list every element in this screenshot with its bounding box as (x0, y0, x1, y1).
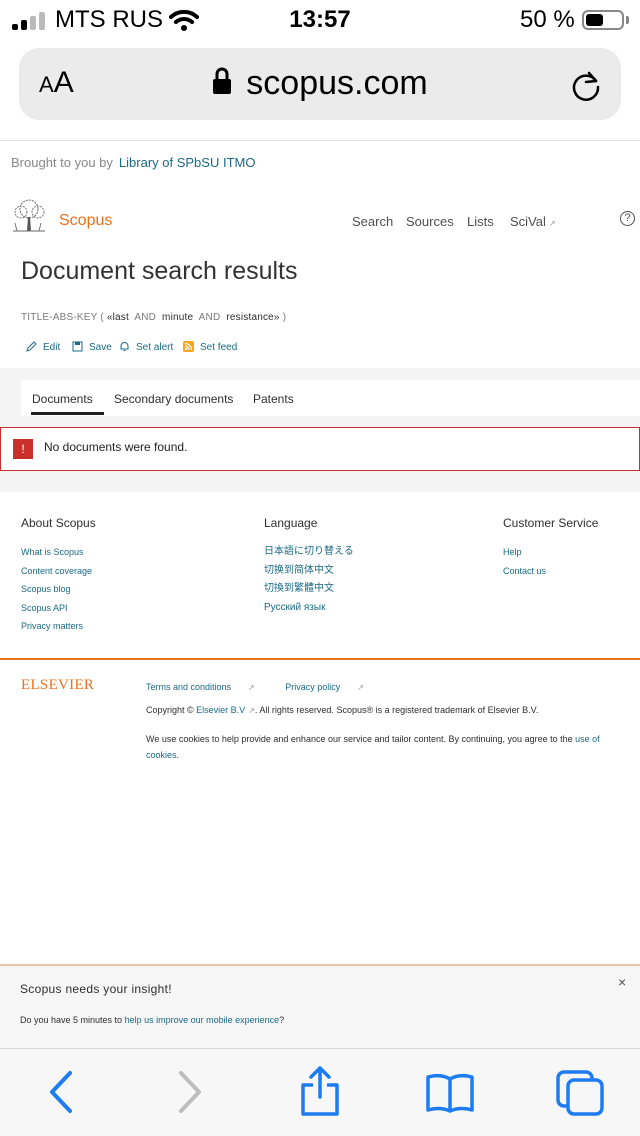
result-tabs: Documents Secondary documents Patents (21, 380, 640, 416)
active-tab-indicator (31, 412, 104, 415)
footer-heading: Customer Service (503, 516, 599, 530)
tab-secondary-documents[interactable]: Secondary documents (114, 392, 233, 406)
bookmarks-icon[interactable] (425, 1073, 475, 1113)
language-russian[interactable]: Русский язык (264, 599, 354, 618)
save-button[interactable]: Save (72, 341, 112, 353)
divider (0, 140, 640, 141)
scopus-brand[interactable]: Scopus (59, 212, 112, 230)
forward-icon[interactable] (175, 1069, 205, 1115)
feedback-link[interactable]: help us improve our mobile experience (125, 1015, 280, 1025)
footer-language: Language 日本語に切り替える 切换到简体中文 切換到繁體中文 Русск… (264, 516, 354, 617)
help-icon[interactable]: ? (620, 211, 635, 226)
external-link-icon: ↗ (248, 706, 255, 715)
brought-to-you-by: Brought to you by Library of SPbSU ITMO (11, 155, 256, 170)
external-link-icon: ↗ (357, 683, 364, 692)
bell-icon (120, 342, 129, 351)
pencil-icon (26, 341, 37, 352)
terms-link[interactable]: Terms and conditions ↗ (146, 682, 269, 692)
banner-text: Do you have 5 minutes to help us improve… (20, 1015, 285, 1025)
save-icon (72, 341, 83, 352)
footer-link[interactable]: Privacy matters (21, 617, 96, 636)
nav-search[interactable]: Search (352, 214, 393, 229)
nav-sources[interactable]: Sources (406, 214, 454, 229)
tab-patents[interactable]: Patents (253, 392, 294, 406)
status-bar: MTS RUS 13:57 50 % (0, 0, 640, 40)
reload-icon[interactable] (569, 68, 603, 102)
share-icon[interactable] (299, 1065, 341, 1117)
institution-link[interactable]: Library of SPbSU ITMO (119, 155, 256, 170)
language-japanese[interactable]: 日本語に切り替える (264, 543, 354, 562)
battery-icon (582, 10, 624, 30)
set-alert-button[interactable]: Set alert (119, 341, 173, 353)
elsevier-logo[interactable]: ELSEVIER (21, 677, 94, 694)
url-text: scopus.com (246, 64, 428, 102)
address-bar[interactable]: AA scopus.com (19, 48, 621, 120)
footer-about: About Scopus What is Scopus Content cove… (21, 516, 96, 636)
battery-tip (626, 16, 629, 24)
footer-heading: About Scopus (21, 516, 96, 530)
cookie-notice: We use cookies to help provide and enhan… (146, 734, 600, 760)
no-results-alert: ! No documents were found. (0, 427, 640, 471)
page-title: Document search results (21, 257, 298, 285)
search-query: TITLE-ABS-KEY ( «last AND minute AND res… (21, 312, 287, 323)
footer-service: Customer Service Help Contact us (503, 516, 598, 580)
footer-link[interactable]: What is Scopus (21, 543, 96, 562)
feedback-banner: Scopus needs your insight! × Do you have… (0, 964, 640, 1048)
rss-icon (183, 341, 194, 352)
legal-links: Terms and conditions ↗ Privacy policy ↗ (146, 682, 392, 692)
footer-link[interactable]: Scopus blog (21, 580, 96, 599)
battery-level (586, 14, 603, 26)
browser-toolbar (0, 1048, 640, 1136)
alert-icon: ! (13, 439, 33, 459)
nav-scival[interactable]: SciVal ↗ (510, 214, 556, 229)
footer-link[interactable]: Content coverage (21, 562, 96, 581)
set-feed-button[interactable]: Set feed (183, 341, 237, 353)
footer-heading: Language (264, 516, 318, 530)
close-icon[interactable]: × (618, 974, 626, 990)
nav-lists[interactable]: Lists (467, 214, 494, 229)
language-simplified-chinese[interactable]: 切换到简体中文 (264, 562, 354, 581)
tab-documents[interactable]: Documents (32, 392, 93, 406)
alert-message: No documents were found. (44, 440, 188, 454)
help-link[interactable]: Help (503, 543, 598, 562)
footer-link[interactable]: Scopus API (21, 599, 96, 618)
battery-percent: 50 % (520, 6, 575, 33)
footer-divider (0, 658, 640, 660)
footer: About Scopus What is Scopus Content cove… (0, 492, 640, 658)
copyright: Copyright © Elsevier B.V ↗. All rights re… (146, 705, 539, 715)
tabs-icon[interactable] (555, 1069, 605, 1117)
elsevier-tree-logo[interactable] (11, 199, 47, 232)
elsevier-link[interactable]: Elsevier B.V (196, 705, 245, 715)
lock-icon (213, 67, 232, 94)
contact-link[interactable]: Contact us (503, 562, 598, 581)
external-link-icon: ↗ (248, 683, 255, 692)
url-field[interactable]: scopus.com (19, 64, 621, 103)
banner-title: Scopus needs your insight! (20, 982, 172, 996)
external-link-icon: ↗ (548, 219, 556, 228)
edit-button[interactable]: Edit (26, 341, 60, 353)
back-icon[interactable] (46, 1069, 76, 1115)
privacy-link[interactable]: Privacy policy ↗ (285, 682, 378, 692)
language-traditional-chinese[interactable]: 切換到繁體中文 (264, 580, 354, 599)
